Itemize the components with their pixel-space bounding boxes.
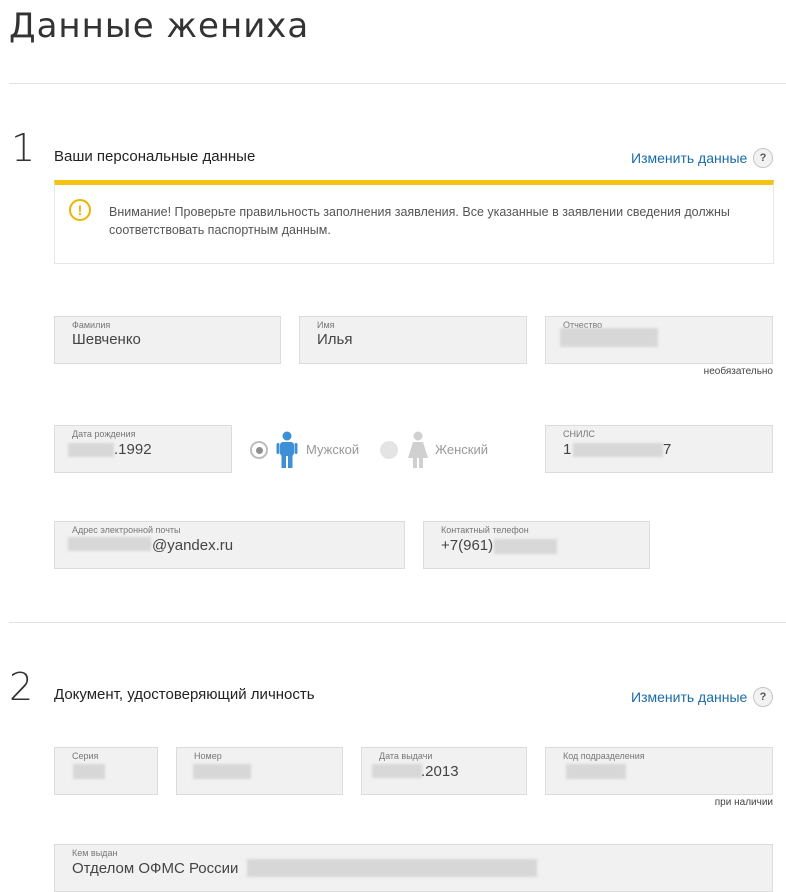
name-label: Имя (317, 320, 335, 330)
name-field[interactable]: Имя Илья (299, 316, 527, 364)
help-button-personal[interactable]: ? (753, 148, 773, 168)
section-number-2: 2 (9, 665, 34, 709)
section-number-1: 1 (11, 126, 36, 170)
issue-date-redacted (372, 764, 422, 778)
division-code-redacted (566, 764, 626, 779)
email-value: @yandex.ru (152, 537, 234, 554)
male-person-icon (276, 431, 298, 468)
page-title: Данные жениха (9, 6, 310, 46)
issue-date-label: Дата выдачи (379, 751, 433, 761)
birthdate-value: .1992 (114, 441, 152, 458)
gender-female-radio[interactable] (380, 441, 398, 459)
surname-label: Фамилия (72, 320, 111, 330)
doc-number-field[interactable]: Номер (176, 747, 343, 795)
issue-date-field[interactable]: Дата выдачи .2013 (361, 747, 527, 795)
series-label: Серия (72, 751, 99, 761)
email-field[interactable]: Адрес электронной почты @yandex.ru (54, 521, 405, 569)
section-divider (9, 622, 786, 623)
header-divider (9, 83, 786, 84)
gender-male-radio[interactable] (250, 441, 268, 459)
division-code-optional-note: при наличии (714, 797, 773, 808)
patronymic-redacted (560, 328, 658, 347)
doc-number-redacted (193, 764, 251, 779)
issued-by-value: Отделом ОФМС России (72, 860, 239, 877)
female-person-icon (408, 431, 428, 468)
section-title-personal: Ваши персональные данные (54, 148, 256, 165)
division-code-label: Код подразделения (563, 751, 645, 761)
phone-field[interactable]: Контактный телефон +7(961) (423, 521, 650, 569)
birthdate-label: Дата рождения (72, 429, 136, 439)
warning-text: Внимание! Проверьте правильность заполне… (109, 205, 730, 237)
snils-value-end: 7 (663, 441, 672, 458)
division-code-field[interactable]: Код подразделения (545, 747, 773, 795)
birthdate-redacted (68, 443, 114, 457)
issue-date-value: .2013 (421, 763, 459, 780)
snils-redacted (573, 443, 663, 457)
patronymic-optional-note: необязательно (703, 366, 773, 377)
snils-field[interactable]: СНИЛС 1 7 (545, 425, 773, 473)
edit-document-data-link[interactable]: Изменить данные (631, 689, 747, 705)
phone-label: Контактный телефон (441, 525, 529, 535)
gender-male-label[interactable]: Мужской (306, 442, 359, 457)
edit-personal-data-link[interactable]: Изменить данные (631, 150, 747, 166)
warning-box: ! Внимание! Проверьте правильность запол… (54, 180, 774, 264)
series-redacted (73, 764, 105, 779)
series-field[interactable]: Серия (54, 747, 158, 795)
phone-redacted (494, 539, 557, 554)
phone-value: +7(961) (441, 537, 494, 554)
doc-number-label: Номер (194, 751, 222, 761)
help-button-document[interactable]: ? (753, 687, 773, 707)
issued-by-redacted (247, 859, 537, 877)
snils-label: СНИЛС (563, 429, 595, 439)
snils-value-start: 1 (563, 441, 572, 458)
gender-female-label[interactable]: Женский (435, 442, 488, 457)
surname-value: Шевченко (72, 331, 141, 348)
patronymic-field[interactable]: Отчество (545, 316, 773, 364)
birthdate-field[interactable]: Дата рождения .1992 (54, 425, 232, 473)
issued-by-field[interactable]: Кем выдан Отделом ОФМС России (54, 844, 773, 892)
section-title-document: Документ, удостоверяющий личность (54, 686, 315, 703)
email-redacted (68, 537, 151, 551)
name-value: Илья (317, 331, 353, 348)
surname-field[interactable]: Фамилия Шевченко (54, 316, 281, 364)
issued-by-label: Кем выдан (72, 848, 118, 858)
exclamation-circle-icon: ! (69, 199, 91, 221)
email-label: Адрес электронной почты (72, 525, 181, 535)
